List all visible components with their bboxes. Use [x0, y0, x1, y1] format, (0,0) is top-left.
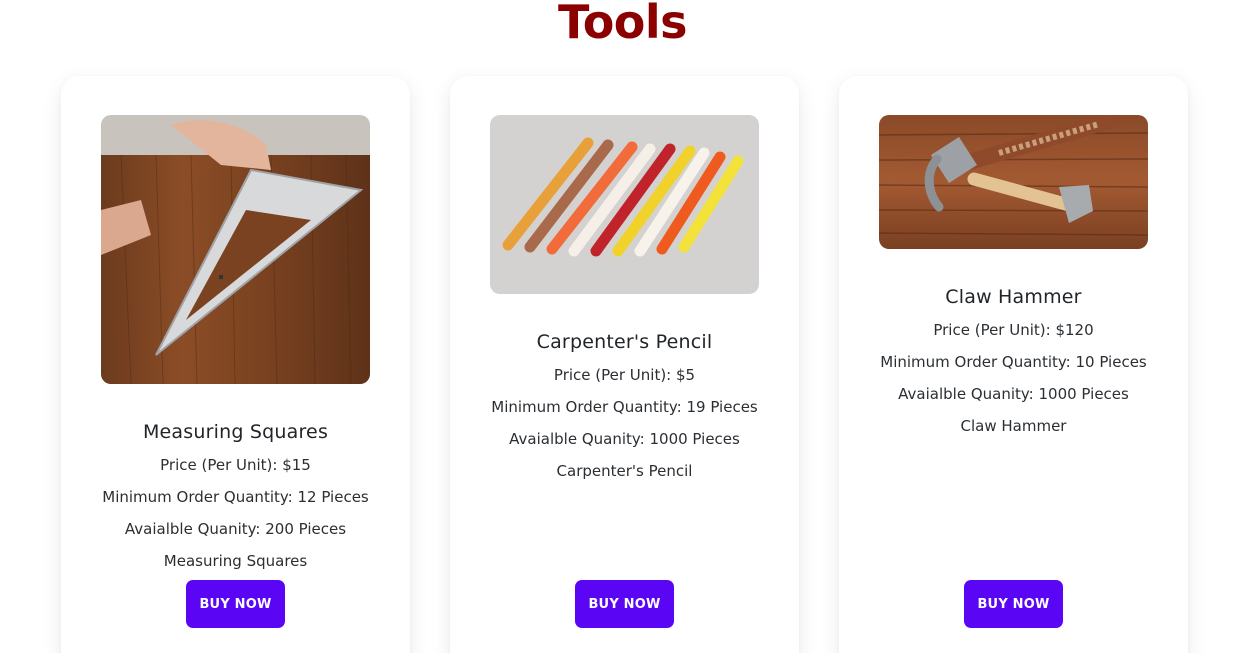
product-info: Carpenter's Pencil Price (Per Unit): $5 …: [450, 329, 799, 487]
product-name: Carpenter's Pencil: [536, 331, 713, 353]
product-available: Avaialble Quanity: 200 Pieces: [124, 520, 347, 538]
buy-now-button[interactable]: BUY NOW: [575, 580, 674, 628]
product-card: Claw Hammer Price (Per Unit): $120 Minim…: [839, 76, 1188, 653]
product-image-claw-hammer: [879, 115, 1148, 249]
product-min-order: Minimum Order Quantity: 10 Pieces: [880, 353, 1147, 371]
product-price: Price (Per Unit): $15: [160, 456, 311, 474]
page-title: Tools: [557, 0, 688, 49]
product-available: Avaialble Quanity: 1000 Pieces: [509, 430, 740, 448]
measuring-square-image: [101, 115, 370, 384]
buy-now-button[interactable]: BUY NOW: [186, 580, 285, 628]
product-description: Measuring Squares: [163, 552, 308, 570]
product-min-order: Minimum Order Quantity: 12 Pieces: [102, 488, 369, 506]
buy-now-button[interactable]: BUY NOW: [964, 580, 1063, 628]
product-info: Measuring Squares Price (Per Unit): $15 …: [61, 419, 410, 577]
product-name: Claw Hammer: [945, 286, 1082, 308]
product-card: Carpenter's Pencil Price (Per Unit): $5 …: [450, 76, 799, 653]
product-card: Measuring Squares Price (Per Unit): $15 …: [61, 76, 410, 653]
pencils-image: [490, 115, 759, 294]
hammers-image: [879, 115, 1148, 249]
product-description: Carpenter's Pencil: [556, 462, 693, 480]
product-image-carpenters-pencil: [490, 115, 759, 294]
product-min-order: Minimum Order Quantity: 19 Pieces: [491, 398, 758, 416]
product-price: Price (Per Unit): $120: [933, 321, 1094, 339]
product-price: Price (Per Unit): $5: [553, 366, 696, 384]
product-available: Avaialble Quanity: 1000 Pieces: [898, 385, 1129, 403]
product-grid: Measuring Squares Price (Per Unit): $15 …: [61, 76, 1189, 653]
product-description: Claw Hammer: [960, 417, 1067, 435]
product-name: Measuring Squares: [142, 421, 329, 443]
product-info: Claw Hammer Price (Per Unit): $120 Minim…: [839, 284, 1188, 442]
product-image-measuring-square: [101, 115, 370, 384]
tools-page: Tools Measuring Squares Price (Per Unit)…: [0, 0, 1245, 653]
